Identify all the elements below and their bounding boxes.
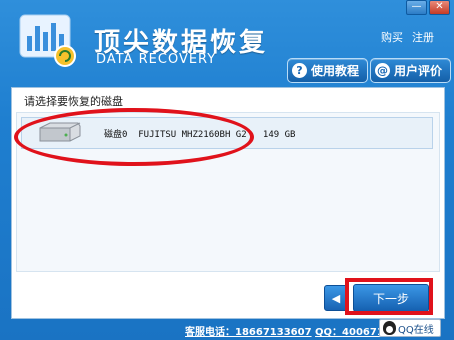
disk-model: FUJITSU MHZ2160BH G2 xyxy=(138,130,247,140)
disk-row[interactable]: 磁盘0 FUJITSU MHZ2160BH G2 149 GB xyxy=(21,117,433,149)
qq-label: QQ： xyxy=(315,327,343,338)
minimize-button[interactable]: — xyxy=(406,0,427,15)
hard-disk-icon xyxy=(39,122,81,142)
review-icon: @ xyxy=(375,63,390,78)
disk-size: 149 GB xyxy=(262,130,296,140)
qq-online-label: QQ在线 xyxy=(398,324,434,336)
tutorial-button[interactable]: ? 使用教程 xyxy=(287,58,369,83)
tutorial-label: 使用教程 xyxy=(311,64,360,78)
review-label: 用户评价 xyxy=(394,64,443,78)
buy-link[interactable]: 购买 xyxy=(381,29,403,45)
help-icon: ? xyxy=(292,63,307,78)
phone-number: 18667133607 xyxy=(235,327,312,338)
logo-icon xyxy=(19,14,76,67)
close-button[interactable]: ✕ xyxy=(429,0,450,15)
back-button[interactable]: ◀ xyxy=(324,285,348,311)
app-window: — ✕ 顶尖数据恢复 DATA RECOVERY 购买 注册 ? 使用教程 @ … xyxy=(0,0,454,340)
qq-online-button[interactable]: QQ在线 xyxy=(379,319,441,337)
brand-subtitle: DATA RECOVERY xyxy=(96,52,217,67)
phone-label: 客服电话： xyxy=(185,327,235,338)
review-button[interactable]: @ 用户评价 xyxy=(370,58,452,83)
disk-info: 磁盘0 FUJITSU MHZ2160BH G2 149 GB xyxy=(104,127,295,140)
footer-contact: 客服电话：18667133607 QQ：4006718068 xyxy=(185,323,412,338)
register-link[interactable]: 注册 xyxy=(412,29,434,45)
top-links: 购买 注册 xyxy=(381,29,434,45)
panel-title: 请选择要恢复的磁盘 xyxy=(24,95,123,108)
disk-label: 磁盘0 xyxy=(104,130,128,140)
next-button[interactable]: 下一步 xyxy=(353,284,429,312)
back-arrow-icon: ◀ xyxy=(331,291,341,305)
disk-list: 磁盘0 FUJITSU MHZ2160BH G2 149 GB xyxy=(16,112,440,272)
qq-penguin-icon xyxy=(383,321,396,335)
window-controls: — ✕ xyxy=(406,0,450,15)
